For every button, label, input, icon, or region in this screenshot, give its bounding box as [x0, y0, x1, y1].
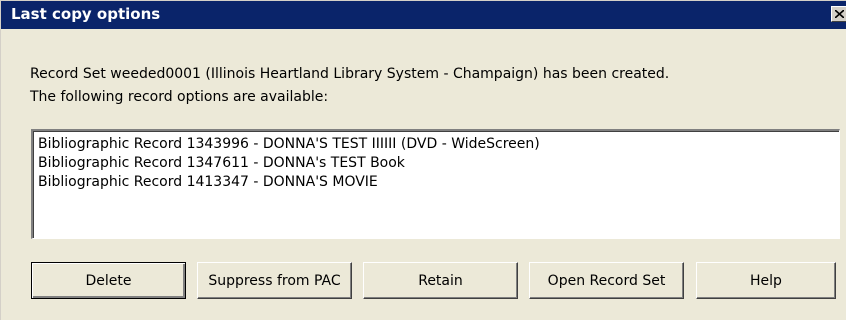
message-line-1: Record Set weeded0001 (Illinois Heartlan…	[30, 66, 670, 82]
delete-button[interactable]: Delete	[31, 262, 186, 299]
dialog-message: Record Set weeded0001 (Illinois Heartlan…	[30, 63, 669, 109]
close-icon	[835, 10, 844, 18]
help-button[interactable]: Help	[696, 262, 836, 299]
title-bar[interactable]: Last copy options	[1, 0, 846, 29]
open-record-set-button[interactable]: Open Record Set	[529, 262, 684, 299]
suppress-from-pac-button[interactable]: Suppress from PAC	[197, 262, 352, 299]
list-item[interactable]: Bibliographic Record 1347611 - DONNA's T…	[38, 154, 405, 173]
retain-button[interactable]: Retain	[363, 262, 518, 299]
record-options-listbox[interactable]: Bibliographic Record 1343996 - DONNA'S T…	[31, 129, 840, 239]
dialog-title: Last copy options	[11, 5, 161, 23]
last-copy-options-dialog: Last copy options Record Set weeded0001 …	[0, 0, 846, 320]
message-line-2: The following record options are availab…	[30, 89, 329, 105]
list-item[interactable]: Bibliographic Record 1343996 - DONNA'S T…	[38, 135, 540, 154]
close-button[interactable]	[831, 6, 846, 22]
list-item[interactable]: Bibliographic Record 1413347 - DONNA'S M…	[38, 173, 378, 192]
